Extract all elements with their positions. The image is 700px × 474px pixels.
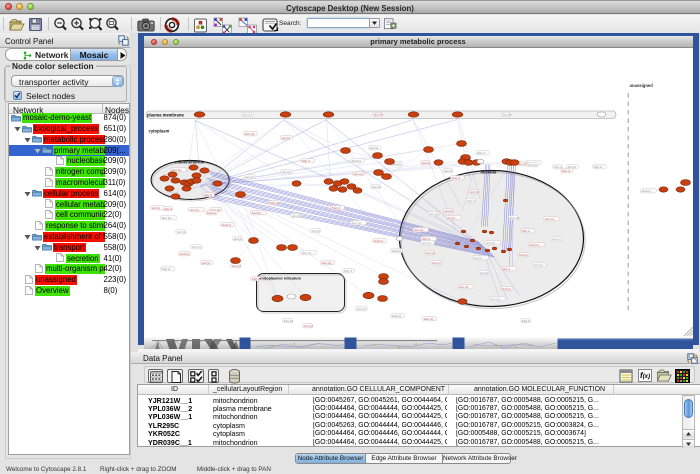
svg-text:bxd (x): bxd (x) <box>251 210 260 214</box>
svg-text:S(x) d: S(x) d <box>163 206 171 210</box>
svg-text:nnx (x): nnx (x) <box>425 250 434 254</box>
svg-text:Gxx (x): Gxx (x) <box>509 215 519 219</box>
svg-text:S(x) d: S(x) d <box>521 228 529 232</box>
svg-text:pxt (x): pxt (x) <box>369 145 377 149</box>
svg-text:bxd (x): bxd (x) <box>373 238 382 242</box>
svg-text:cytoplasm: cytoplasm <box>148 128 169 133</box>
svg-text:nnx (x): nnx (x) <box>421 240 430 244</box>
svg-text:S(x) d: S(x) d <box>561 168 569 172</box>
svg-text:S(x) d: S(x) d <box>301 158 309 162</box>
svg-text:S(x) d: S(x) d <box>476 150 484 154</box>
svg-text:pxt (x): pxt (x) <box>233 236 241 240</box>
svg-text:nnx (x): nnx (x) <box>353 171 362 175</box>
svg-text:bxd (x): bxd (x) <box>206 210 215 214</box>
svg-text:nucleus: nucleus <box>480 169 496 174</box>
svg-text:Gxx (x): Gxx (x) <box>458 284 468 288</box>
svg-text:S(x) d: S(x) d <box>161 266 169 270</box>
svg-text:mitochondrion: mitochondrion <box>175 159 205 164</box>
svg-text:pxt (x): pxt (x) <box>281 135 289 139</box>
svg-text:endoplasmic reticulum: endoplasmic reticulum <box>259 276 301 280</box>
svg-text:Gxx (x): Gxx (x) <box>351 220 361 224</box>
svg-text:Gxx (x): Gxx (x) <box>413 227 423 231</box>
svg-text:S(x) d: S(x) d <box>521 318 529 322</box>
svg-text:Gxx (x): Gxx (x) <box>161 215 171 219</box>
svg-text:nnx (x): nnx (x) <box>281 169 290 173</box>
svg-text:S(x) d: S(x) d <box>451 175 459 179</box>
svg-text:nnx (x): nnx (x) <box>443 168 452 172</box>
svg-text:bxd (x): bxd (x) <box>518 252 527 256</box>
svg-text:pxt (x): pxt (x) <box>444 208 452 212</box>
svg-text:nnx (x): nnx (x) <box>527 162 536 166</box>
svg-text:nnx (x): nnx (x) <box>356 306 365 310</box>
svg-text:S(x) d: S(x) d <box>553 164 561 168</box>
svg-text:nnx (x): nnx (x) <box>533 262 542 266</box>
svg-text:nnx (x): nnx (x) <box>544 216 553 220</box>
svg-text:pxt (x): pxt (x) <box>421 160 429 164</box>
svg-text:S(x) d: S(x) d <box>501 266 509 270</box>
svg-text:pxt (x): pxt (x) <box>291 213 299 217</box>
svg-text:S(x) d: S(x) d <box>269 200 277 204</box>
svg-text:bxd (x): bxd (x) <box>501 286 510 290</box>
svg-text:pxt (x): pxt (x) <box>567 164 575 168</box>
svg-text:Gxx (x): Gxx (x) <box>301 250 311 254</box>
svg-text:S(x) d: S(x) d <box>593 164 601 168</box>
svg-text:Gxx (x): Gxx (x) <box>428 211 438 215</box>
svg-text:bxd (x): bxd (x) <box>391 313 400 317</box>
svg-text:pxt (x): pxt (x) <box>479 270 487 274</box>
svg-text:nnx (x): nnx (x) <box>485 240 494 244</box>
svg-text:unassigned: unassigned <box>629 83 653 88</box>
svg-text:nnx (x): nnx (x) <box>191 244 200 248</box>
svg-text:bxd (x): bxd (x) <box>529 242 538 246</box>
svg-text:Gxx (x): Gxx (x) <box>423 316 433 320</box>
svg-text:Gxx (x): Gxx (x) <box>321 260 331 264</box>
svg-text:nnx (x): nnx (x) <box>371 184 380 188</box>
svg-text:nnx (x): nnx (x) <box>490 296 499 300</box>
svg-text:nnx (x): nnx (x) <box>231 263 240 267</box>
svg-text:Gxx (x): Gxx (x) <box>176 229 186 233</box>
svg-text:nnx (x): nnx (x) <box>242 112 251 116</box>
svg-text:nnx (x): nnx (x) <box>189 207 198 211</box>
svg-text:pxt (x): pxt (x) <box>311 228 319 232</box>
svg-text:nnx (x): nnx (x) <box>469 189 478 193</box>
svg-text:Gxx (x): Gxx (x) <box>244 131 254 135</box>
svg-text:bxd (x): bxd (x) <box>221 222 230 226</box>
svg-text:S(x) d: S(x) d <box>331 205 339 209</box>
svg-text:Gxx (x): Gxx (x) <box>171 167 181 171</box>
svg-text:pxt (x): pxt (x) <box>201 260 209 264</box>
svg-text:pxt (x): pxt (x) <box>446 215 454 219</box>
svg-text:nnx (x): nnx (x) <box>373 112 382 116</box>
svg-text:pxt (x): pxt (x) <box>151 205 159 209</box>
svg-text:S(x) d: S(x) d <box>343 268 351 272</box>
svg-text:plasma membrane: plasma membrane <box>147 112 184 117</box>
svg-text:bxd (x): bxd (x) <box>391 248 400 252</box>
svg-text:bxd (x): bxd (x) <box>641 188 650 192</box>
svg-text:nnx (x): nnx (x) <box>244 174 253 178</box>
svg-text:nnx (x): nnx (x) <box>431 260 440 264</box>
svg-text:Gxx (x): Gxx (x) <box>283 318 293 322</box>
svg-text:S(x) d: S(x) d <box>466 198 474 202</box>
svg-text:Gxx (x): Gxx (x) <box>501 112 511 116</box>
svg-text:S(x) d: S(x) d <box>203 192 211 196</box>
svg-text:nnx (x): nnx (x) <box>551 236 560 240</box>
svg-text:bxd (x): bxd (x) <box>179 251 188 255</box>
svg-text:bxd (x): bxd (x) <box>351 158 360 162</box>
svg-text:nnx (x): nnx (x) <box>303 323 312 327</box>
svg-text:pxt (x): pxt (x) <box>473 255 481 259</box>
